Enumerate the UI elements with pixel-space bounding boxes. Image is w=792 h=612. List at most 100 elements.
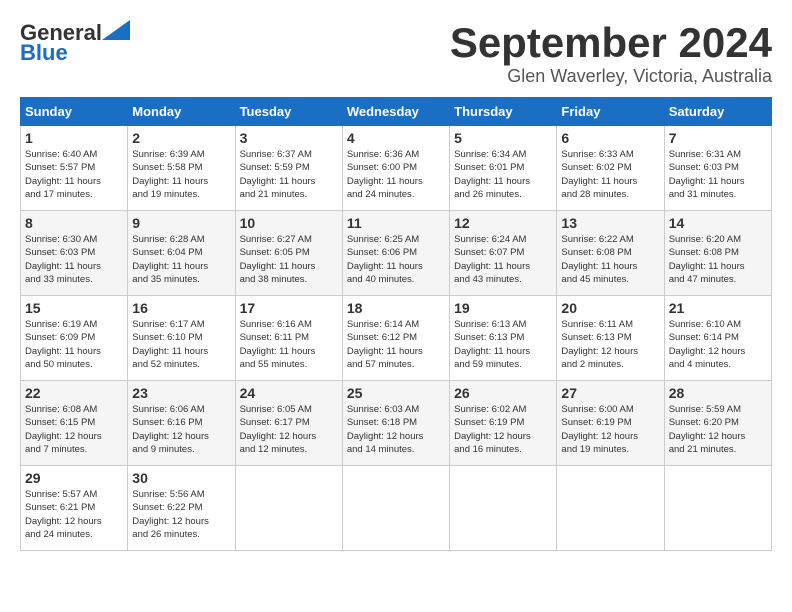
- page-header: General Blue September 2024 Glen Waverle…: [20, 20, 772, 87]
- cell-content: Sunrise: 6:40 AMSunset: 5:57 PMDaylight:…: [25, 148, 123, 201]
- day-number: 29: [25, 470, 123, 486]
- table-row: 22 Sunrise: 6:08 AMSunset: 6:15 PMDayligh…: [21, 381, 128, 466]
- table-row: 30 Sunrise: 5:56 AMSunset: 6:22 PMDayligh…: [128, 466, 235, 551]
- cell-content: Sunrise: 6:33 AMSunset: 6:02 PMDaylight:…: [561, 148, 659, 201]
- cell-content: Sunrise: 6:17 AMSunset: 6:10 PMDaylight:…: [132, 318, 230, 371]
- cell-content: Sunrise: 6:30 AMSunset: 6:03 PMDaylight:…: [25, 233, 123, 286]
- table-row: 8 Sunrise: 6:30 AMSunset: 6:03 PMDaylight…: [21, 211, 128, 296]
- cell-content: Sunrise: 6:00 AMSunset: 6:19 PMDaylight:…: [561, 403, 659, 456]
- day-number: 8: [25, 215, 123, 231]
- day-number: 5: [454, 130, 552, 146]
- day-number: 27: [561, 385, 659, 401]
- day-number: 16: [132, 300, 230, 316]
- table-row: 13Sunrise: 6:22 AMSunset: 6:08 PMDayligh…: [557, 211, 664, 296]
- cell-content: Sunrise: 6:27 AMSunset: 6:05 PMDaylight:…: [240, 233, 338, 286]
- table-row: 20 Sunrise: 6:11 AMSunset: 6:13 PMDayligh…: [557, 296, 664, 381]
- cell-content: Sunrise: 6:28 AMSunset: 6:04 PMDaylight:…: [132, 233, 230, 286]
- table-row: 25 Sunrise: 6:03 AMSunset: 6:18 PMDayligh…: [342, 381, 449, 466]
- table-row: 2 Sunrise: 6:39 AMSunset: 5:58 PMDaylight…: [128, 126, 235, 211]
- table-row: 18 Sunrise: 6:14 AMSunset: 6:12 PMDayligh…: [342, 296, 449, 381]
- day-number: 4: [347, 130, 445, 146]
- table-row: 14 Sunrise: 6:20 AMSunset: 6:08 PMDayligh…: [664, 211, 771, 296]
- cell-content: Sunrise: 6:11 AMSunset: 6:13 PMDaylight:…: [561, 318, 659, 371]
- table-row: 19 Sunrise: 6:13 AMSunset: 6:13 PMDayligh…: [450, 296, 557, 381]
- table-row: 21 Sunrise: 6:10 AMSunset: 6:14 PMDayligh…: [664, 296, 771, 381]
- table-row: 1 Sunrise: 6:40 AMSunset: 5:57 PMDaylight…: [21, 126, 128, 211]
- logo-blue: Blue: [20, 40, 68, 66]
- cell-content: Sunrise: 5:57 AMSunset: 6:21 PMDaylight:…: [25, 488, 123, 541]
- location-title: Glen Waverley, Victoria, Australia: [450, 66, 772, 87]
- logo: General Blue: [20, 20, 130, 66]
- table-row: 5 Sunrise: 6:34 AMSunset: 6:01 PMDaylight…: [450, 126, 557, 211]
- table-row: [450, 466, 557, 551]
- day-number: 11: [347, 215, 445, 231]
- table-row: 27 Sunrise: 6:00 AMSunset: 6:19 PMDayligh…: [557, 381, 664, 466]
- cell-content: Sunrise: 5:56 AMSunset: 6:22 PMDaylight:…: [132, 488, 230, 541]
- day-number: 20: [561, 300, 659, 316]
- col-sunday: Sunday: [21, 98, 128, 126]
- day-number: 6: [561, 130, 659, 146]
- table-row: 6 Sunrise: 6:33 AMSunset: 6:02 PMDaylight…: [557, 126, 664, 211]
- cell-content: Sunrise: 6:13 AMSunset: 6:13 PMDaylight:…: [454, 318, 552, 371]
- day-number: 9: [132, 215, 230, 231]
- table-row: 10 Sunrise: 6:27 AMSunset: 6:05 PMDayligh…: [235, 211, 342, 296]
- table-row: 16 Sunrise: 6:17 AMSunset: 6:10 PMDayligh…: [128, 296, 235, 381]
- cell-content: Sunrise: 6:03 AMSunset: 6:18 PMDaylight:…: [347, 403, 445, 456]
- day-number: 30: [132, 470, 230, 486]
- day-number: 28: [669, 385, 767, 401]
- day-number: 7: [669, 130, 767, 146]
- cell-content: Sunrise: 6:31 AMSunset: 6:03 PMDaylight:…: [669, 148, 767, 201]
- table-row: 9 Sunrise: 6:28 AMSunset: 6:04 PMDaylight…: [128, 211, 235, 296]
- day-number: 19: [454, 300, 552, 316]
- day-number: 2: [132, 130, 230, 146]
- cell-content: Sunrise: 6:08 AMSunset: 6:15 PMDaylight:…: [25, 403, 123, 456]
- cell-content: Sunrise: 6:10 AMSunset: 6:14 PMDaylight:…: [669, 318, 767, 371]
- day-number: 22: [25, 385, 123, 401]
- table-row: 24 Sunrise: 6:05 AMSunset: 6:17 PMDayligh…: [235, 381, 342, 466]
- table-row: 28 Sunrise: 5:59 AMSunset: 6:20 PMDayligh…: [664, 381, 771, 466]
- day-number: 15: [25, 300, 123, 316]
- col-tuesday: Tuesday: [235, 98, 342, 126]
- cell-content: Sunrise: 6:37 AMSunset: 5:59 PMDaylight:…: [240, 148, 338, 201]
- col-thursday: Thursday: [450, 98, 557, 126]
- col-monday: Monday: [128, 98, 235, 126]
- table-row: 12 Sunrise: 6:24 AMSunset: 6:07 PMDayligh…: [450, 211, 557, 296]
- day-number: 12: [454, 215, 552, 231]
- table-row: 17Sunrise: 6:16 AMSunset: 6:11 PMDayligh…: [235, 296, 342, 381]
- col-friday: Friday: [557, 98, 664, 126]
- table-row: 3Sunrise: 6:37 AMSunset: 5:59 PMDaylight…: [235, 126, 342, 211]
- table-row: 15 Sunrise: 6:19 AMSunset: 6:09 PMDayligh…: [21, 296, 128, 381]
- cell-content: Sunrise: 5:59 AMSunset: 6:20 PMDaylight:…: [669, 403, 767, 456]
- day-number: 21: [669, 300, 767, 316]
- day-number: 23: [132, 385, 230, 401]
- cell-content: Sunrise: 6:19 AMSunset: 6:09 PMDaylight:…: [25, 318, 123, 371]
- cell-content: Sunrise: 6:05 AMSunset: 6:17 PMDaylight:…: [240, 403, 338, 456]
- col-saturday: Saturday: [664, 98, 771, 126]
- day-number: 14: [669, 215, 767, 231]
- table-row: 4 Sunrise: 6:36 AMSunset: 6:00 PMDaylight…: [342, 126, 449, 211]
- col-wednesday: Wednesday: [342, 98, 449, 126]
- cell-content: Sunrise: 6:14 AMSunset: 6:12 PMDaylight:…: [347, 318, 445, 371]
- title-area: September 2024 Glen Waverley, Victoria, …: [450, 20, 772, 87]
- cell-content: Sunrise: 6:39 AMSunset: 5:58 PMDaylight:…: [132, 148, 230, 201]
- table-row: 23 Sunrise: 6:06 AMSunset: 6:16 PMDayligh…: [128, 381, 235, 466]
- table-row: [235, 466, 342, 551]
- table-row: 26Sunrise: 6:02 AMSunset: 6:19 PMDayligh…: [450, 381, 557, 466]
- cell-content: Sunrise: 6:06 AMSunset: 6:16 PMDaylight:…: [132, 403, 230, 456]
- table-row: 29 Sunrise: 5:57 AMSunset: 6:21 PMDayligh…: [21, 466, 128, 551]
- cell-content: Sunrise: 6:02 AMSunset: 6:19 PMDaylight:…: [454, 403, 552, 456]
- calendar-table: Sunday Monday Tuesday Wednesday Thursday…: [20, 97, 772, 551]
- cell-content: Sunrise: 6:16 AMSunset: 6:11 PMDaylight:…: [240, 318, 338, 371]
- day-number: 10: [240, 215, 338, 231]
- cell-content: Sunrise: 6:34 AMSunset: 6:01 PMDaylight:…: [454, 148, 552, 201]
- day-number: 18: [347, 300, 445, 316]
- day-number: 25: [347, 385, 445, 401]
- table-row: 11Sunrise: 6:25 AMSunset: 6:06 PMDayligh…: [342, 211, 449, 296]
- day-number: 13: [561, 215, 659, 231]
- cell-content: Sunrise: 6:36 AMSunset: 6:00 PMDaylight:…: [347, 148, 445, 201]
- cell-content: Sunrise: 6:24 AMSunset: 6:07 PMDaylight:…: [454, 233, 552, 286]
- cell-content: Sunrise: 6:20 AMSunset: 6:08 PMDaylight:…: [669, 233, 767, 286]
- day-number: 1: [25, 130, 123, 146]
- table-row: 7 Sunrise: 6:31 AMSunset: 6:03 PMDaylight…: [664, 126, 771, 211]
- day-number: 24: [240, 385, 338, 401]
